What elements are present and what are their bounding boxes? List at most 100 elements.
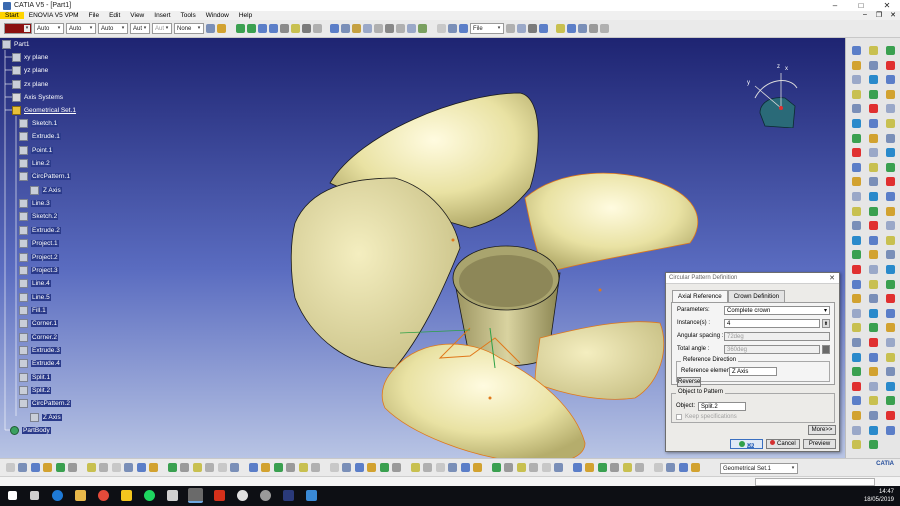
workbench-tool-icon[interactable] (869, 162, 878, 172)
swap-icon[interactable] (341, 24, 350, 33)
apply-material-icon[interactable] (374, 24, 383, 33)
workbench-tool-icon[interactable] (852, 308, 861, 318)
tab-crown-definition[interactable]: Crown Definition (727, 290, 786, 302)
keep-specifications-checkbox[interactable]: Keep specifications (676, 414, 737, 420)
command-icon[interactable] (554, 463, 563, 472)
workbench-tool-icon[interactable] (869, 104, 878, 114)
workbench-tool-icon[interactable] (852, 46, 861, 55)
line-type-combo[interactable]: Auto ▾ (98, 23, 128, 34)
cube-icon[interactable] (556, 24, 565, 33)
command-icon[interactable] (666, 463, 676, 472)
tree-feature-project-1[interactable]: Project.1 (19, 238, 59, 249)
workbench-tool-icon[interactable] (886, 235, 895, 245)
command-icon[interactable] (342, 463, 352, 472)
fit-all-icon[interactable] (291, 24, 300, 33)
workbench-tool-icon[interactable] (886, 221, 895, 231)
menu-file[interactable]: File (84, 12, 104, 19)
tree-feature-z-axis[interactable]: Z Axis (30, 412, 62, 423)
sticky-notes-icon[interactable] (121, 490, 132, 501)
command-icon[interactable] (87, 463, 96, 472)
rotate-icon[interactable] (247, 24, 256, 33)
cancel-button[interactable]: Cancel (766, 439, 800, 449)
preview-button[interactable]: Preview (803, 439, 836, 449)
workbench-tool-icon[interactable] (886, 133, 895, 143)
command-icon[interactable] (180, 463, 190, 472)
workbench-tool-icon[interactable] (852, 279, 861, 289)
workbench-tool-icon[interactable] (869, 396, 878, 406)
spotify-icon[interactable] (144, 490, 155, 501)
tree-geometrical-set[interactable]: Geometrical Set.1 (12, 105, 76, 116)
menu-edit[interactable]: Edit (104, 12, 125, 19)
command-icon[interactable] (622, 463, 632, 472)
workbench-tool-icon[interactable] (852, 425, 861, 435)
tree-feature-line-3[interactable]: Line.3 (19, 198, 51, 209)
command-icon[interactable] (205, 463, 215, 472)
save-file-icon[interactable] (459, 24, 468, 33)
task-view-icon[interactable] (30, 491, 39, 500)
command-icon[interactable] (168, 463, 177, 472)
workbench-tool-icon[interactable] (886, 338, 895, 347)
tab-axial-reference[interactable]: Axial Reference (672, 290, 728, 302)
doc-close-button[interactable]: ✕ (886, 11, 900, 19)
workbench-tool-icon[interactable] (852, 75, 861, 85)
dialog-close-icon[interactable]: ✕ (829, 274, 835, 282)
color-combo[interactable]: ▾ (4, 23, 32, 34)
workbench-tool-icon[interactable] (869, 89, 878, 99)
file-combo[interactable]: File ▾ (470, 23, 504, 34)
menu-start[interactable]: Start (0, 12, 24, 19)
knowledge-icon[interactable] (396, 24, 405, 33)
cloud-app-icon[interactable] (237, 490, 248, 501)
workbench-tool-icon[interactable] (869, 60, 878, 70)
command-icon[interactable] (411, 463, 420, 472)
command-icon[interactable] (286, 463, 296, 472)
workbench-tool-icon[interactable] (869, 192, 878, 201)
workbench-tool-icon[interactable] (852, 294, 861, 304)
formula-icon[interactable] (407, 24, 416, 33)
command-icon[interactable] (311, 463, 320, 472)
more-button[interactable]: More>> (808, 425, 836, 435)
workbench-tool-icon[interactable] (869, 440, 878, 450)
workbench-tool-icon[interactable] (886, 367, 895, 377)
angular-spacing-input[interactable]: 72deg (724, 332, 830, 341)
command-icon[interactable] (367, 463, 377, 472)
workbench-tool-icon[interactable] (886, 352, 895, 362)
workbench-tool-icon[interactable] (852, 323, 861, 333)
command-icon[interactable] (249, 463, 258, 472)
workbench-tool-icon[interactable] (852, 162, 861, 172)
workbench-tool-icon[interactable] (852, 89, 861, 99)
workbench-tool-icon[interactable] (886, 60, 895, 70)
command-icon[interactable] (136, 463, 146, 472)
workbench-tool-icon[interactable] (886, 411, 895, 420)
menu-insert[interactable]: Insert (149, 12, 175, 19)
command-icon[interactable] (354, 463, 364, 472)
workbench-tool-icon[interactable] (852, 177, 861, 187)
material-icon[interactable] (539, 24, 548, 33)
workbench-tool-icon[interactable] (852, 250, 861, 260)
parameters-select[interactable]: Complete crown ▾ (724, 306, 830, 315)
workbench-tool-icon[interactable] (869, 308, 878, 318)
workbench-tool-icon[interactable] (869, 46, 878, 55)
object-input[interactable]: Split.2 (698, 402, 746, 411)
command-icon[interactable] (261, 463, 271, 472)
tree-partbody[interactable]: PartBody (10, 425, 51, 436)
workbench-tool-icon[interactable] (869, 338, 878, 347)
command-icon[interactable] (217, 463, 227, 472)
geometrical-set-combo[interactable]: Geometrical Set.1 ▾ (720, 463, 798, 474)
total-angle-spinner[interactable] (822, 345, 830, 354)
menu-tools[interactable]: Tools (176, 12, 201, 19)
workbench-tool-icon[interactable] (886, 250, 895, 260)
tree-feature-extrude-4[interactable]: Extrude.4 (19, 358, 61, 369)
wireframe-icon[interactable] (600, 24, 609, 33)
workbench-tool-icon[interactable] (869, 279, 878, 289)
tree-yz-plane[interactable]: yz plane (12, 65, 48, 76)
painter-icon[interactable] (206, 24, 215, 33)
tree-feature-corner-1[interactable]: Corner.1 (19, 318, 58, 329)
workbench-tool-icon[interactable] (869, 177, 878, 187)
workbench-tool-icon[interactable] (869, 294, 878, 304)
command-icon[interactable] (529, 463, 539, 472)
param-icon[interactable] (418, 24, 427, 33)
menu-view[interactable]: View (125, 12, 149, 19)
workbench-tool-icon[interactable] (869, 367, 878, 377)
compass-widget[interactable]: z y x (745, 58, 805, 128)
chrome-icon[interactable] (98, 490, 109, 501)
